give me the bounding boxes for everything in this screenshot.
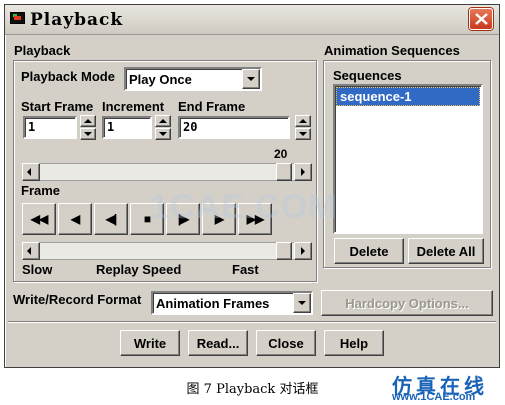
replay-speed-thumb[interactable] (276, 242, 292, 260)
frame-slider-value: 20 (274, 147, 288, 161)
read-button[interactable]: Read... (188, 330, 248, 356)
delete-button[interactable]: Delete (334, 238, 404, 264)
rewind-button[interactable]: ◀◀ (22, 203, 56, 235)
start-frame-spin-up[interactable] (80, 115, 96, 127)
playback-mode-select[interactable]: Play Once (124, 67, 262, 91)
arrow-left-icon (27, 168, 31, 176)
list-item[interactable]: sequence-1 (336, 87, 480, 106)
write-record-format-label: Write/Record Format (13, 292, 142, 307)
delete-all-button-label: Delete All (416, 243, 476, 259)
arrow-right-icon (301, 247, 305, 255)
start-frame-spin-down[interactable] (80, 128, 96, 140)
end-frame-value: 20 (183, 120, 198, 134)
replay-speed-left-button[interactable] (22, 242, 40, 260)
increment-spin-up[interactable] (155, 115, 171, 127)
increment-field[interactable]: 1 (102, 116, 152, 139)
replay-speed-slider[interactable] (22, 242, 312, 260)
start-frame-value: 1 (28, 120, 36, 134)
playback-group-label: Playback (14, 43, 71, 58)
increment-spin-down[interactable] (155, 128, 171, 140)
frame-slider-left-button[interactable] (22, 163, 40, 181)
read-button-label: Read... (196, 335, 240, 351)
arrow-down-icon (159, 132, 167, 136)
arrow-up-icon (299, 119, 307, 123)
help-button-label: Help (339, 335, 369, 351)
step-back-icon: ◀| (105, 212, 118, 226)
arrow-down-icon (299, 132, 307, 136)
increment-value: 1 (107, 120, 115, 134)
arrow-left-icon (27, 247, 31, 255)
hardcopy-options-label: Hardcopy Options... (345, 295, 469, 311)
play-reverse-icon: ◀ (70, 212, 80, 226)
sequences-label: Sequences (333, 68, 402, 83)
playback-mode-label: Playback Mode (21, 69, 115, 84)
separator (8, 321, 496, 323)
start-frame-field[interactable]: 1 (23, 116, 77, 139)
end-frame-label: End Frame (178, 99, 246, 114)
start-frame-label: Start Frame (21, 99, 94, 114)
sequences-list[interactable]: sequence-1 (333, 84, 483, 234)
delete-button-label: Delete (349, 243, 389, 259)
chevron-down-icon (247, 77, 255, 81)
playback-mode-value: Play Once (129, 72, 192, 87)
brand-url: www.1CAE.com (392, 391, 476, 403)
arrow-up-icon (159, 119, 167, 123)
replay-speed-right-button[interactable] (294, 242, 312, 260)
fast-label: Fast (232, 262, 259, 277)
animation-sequences-label: Animation Sequences (324, 43, 460, 58)
write-record-format-value: Animation Frames (156, 296, 270, 311)
delete-all-button[interactable]: Delete All (408, 238, 484, 264)
playback-mode-dropdown-button[interactable] (242, 69, 260, 89)
frame-slider[interactable] (22, 163, 312, 181)
write-button[interactable]: Write (120, 330, 180, 356)
close-button[interactable]: Close (256, 330, 316, 356)
help-button[interactable]: Help (324, 330, 384, 356)
arrow-right-icon (301, 168, 305, 176)
frame-slider-right-button[interactable] (294, 163, 312, 181)
close-icon (475, 13, 488, 25)
chevron-down-icon (298, 301, 306, 305)
write-record-format-dropdown-button[interactable] (293, 293, 311, 313)
play-reverse-button[interactable]: ◀ (58, 203, 92, 235)
replay-speed-label: Replay Speed (96, 262, 182, 277)
write-record-format-select[interactable]: Animation Frames (151, 291, 313, 315)
close-window-button[interactable] (469, 8, 493, 30)
frame-slider-thumb[interactable] (276, 163, 292, 181)
end-frame-spin-down[interactable] (295, 128, 311, 140)
end-frame-field[interactable]: 20 (178, 116, 290, 139)
frame-label: Frame (21, 183, 61, 198)
arrow-up-icon (84, 119, 92, 123)
hardcopy-options-button[interactable]: Hardcopy Options... (321, 290, 493, 316)
write-button-label: Write (133, 335, 167, 351)
slow-label: Slow (22, 262, 53, 277)
watermark: 1CAE.COM (150, 188, 338, 226)
step-back-button[interactable]: ◀| (94, 203, 128, 235)
close-button-label: Close (268, 335, 304, 351)
arrow-down-icon (84, 132, 92, 136)
rewind-icon: ◀◀ (30, 212, 48, 226)
app-icon (10, 12, 25, 24)
window-title: Playback (30, 10, 124, 30)
increment-label: Increment (102, 99, 165, 114)
end-frame-spin-up[interactable] (295, 115, 311, 127)
